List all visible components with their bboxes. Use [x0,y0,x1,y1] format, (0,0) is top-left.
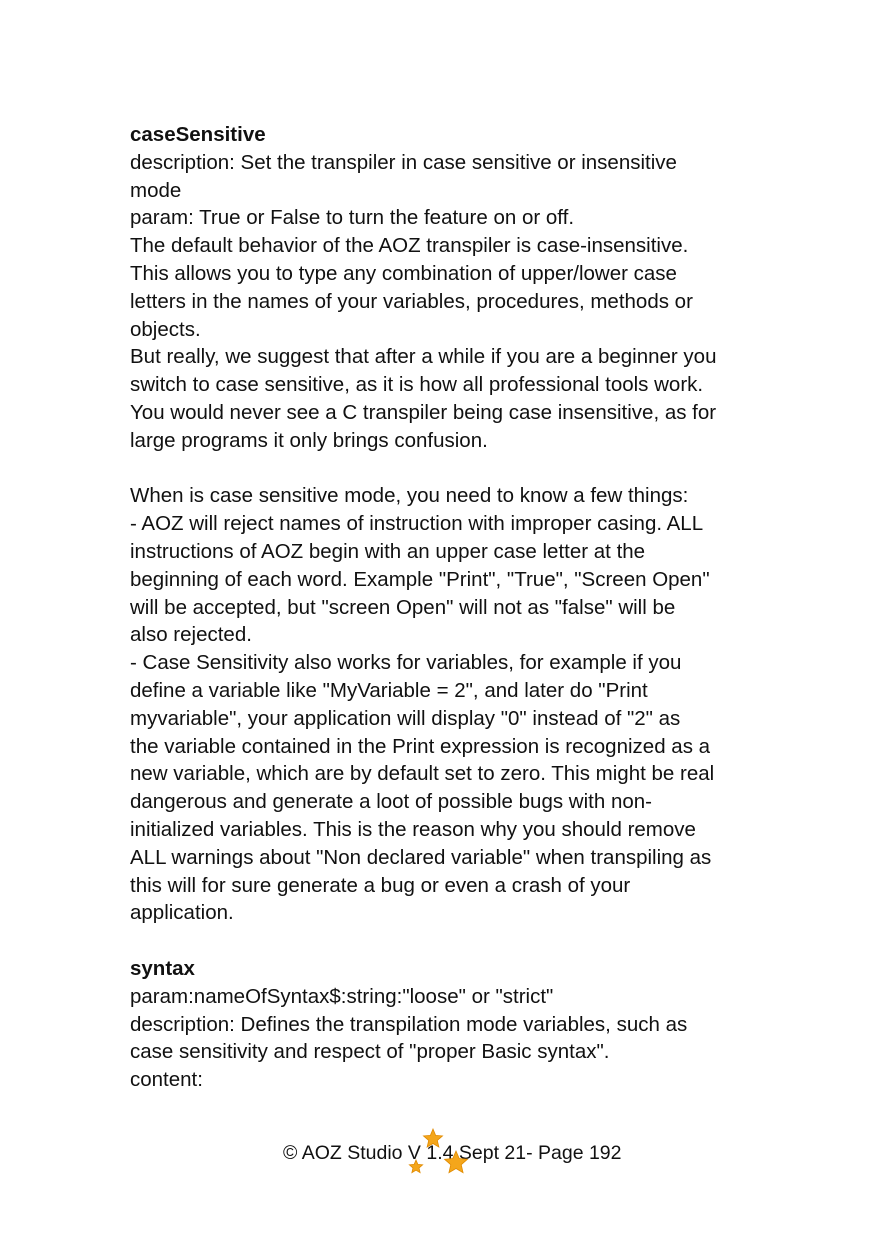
page-footer: © AOZ Studio V 1.4 Sept 21- Page 192 [0,1128,873,1188]
body-line: mode [130,178,182,202]
body-line: You would never see a C transpiler being… [130,400,717,424]
section-heading: syntax [130,956,195,980]
body-line: beginning of each word. Example "Print",… [130,567,710,591]
body-line: instructions of AOZ begin with an upper … [130,539,646,563]
body-line: application. [130,901,234,925]
star-shape [422,1128,444,1148]
body-line: dangerous and generate a loot of possibl… [130,790,652,814]
star-shape [408,1158,424,1174]
body-line: param:nameOfSyntax$:string:"loose" or "s… [130,984,554,1008]
star-shape [443,1149,469,1174]
body-line: When is case sensitive mode, you need to… [130,484,689,508]
document-page: caseSensitive description: Set the transp… [0,0,873,1240]
body-line: also rejected. [130,623,252,647]
page-content: caseSensitive description: Set the transp… [130,121,810,1094]
body-line: large programs it only brings confusion. [130,428,488,452]
body-line: But really, we suggest that after a whil… [130,345,717,369]
body-line: letters in the names of your variables, … [130,289,693,313]
aoz-stars-logo-icon [408,1128,469,1174]
body-line: myvariable", your application will displ… [130,706,681,730]
body-line: param: True or False to turn the feature… [130,206,575,230]
body-line: will be accepted, but "screen Open" will… [130,595,676,619]
body-line: new variable, which are by default set t… [130,762,715,786]
body-line: - Case Sensitivity also works for variab… [130,651,682,675]
body-line: The default behavior of the AOZ transpil… [130,234,689,258]
body-line: - AOZ will reject names of instruction w… [130,512,704,536]
body-line: initialized variables. This is the reaso… [130,817,696,841]
section-heading: caseSensitive [130,123,266,146]
body-line: case sensitivity and respect of "proper … [130,1040,610,1064]
body-line: ALL warnings about "Non declared variabl… [130,845,712,869]
body-line: define a variable like "MyVariable = 2",… [130,678,648,702]
body-line: this will for sure generate a bug or eve… [130,873,631,897]
body-line: description: Set the transpiler in case … [130,150,677,174]
body-line: This allows you to type any combination … [130,261,677,285]
body-line: content: [130,1068,203,1092]
body-line: description: Defines the transpilation m… [130,1012,688,1036]
body-line: switch to case sensitive, as it is how a… [130,373,704,397]
body-line: objects. [130,317,201,341]
body-line: the variable contained in the Print expr… [130,734,711,758]
